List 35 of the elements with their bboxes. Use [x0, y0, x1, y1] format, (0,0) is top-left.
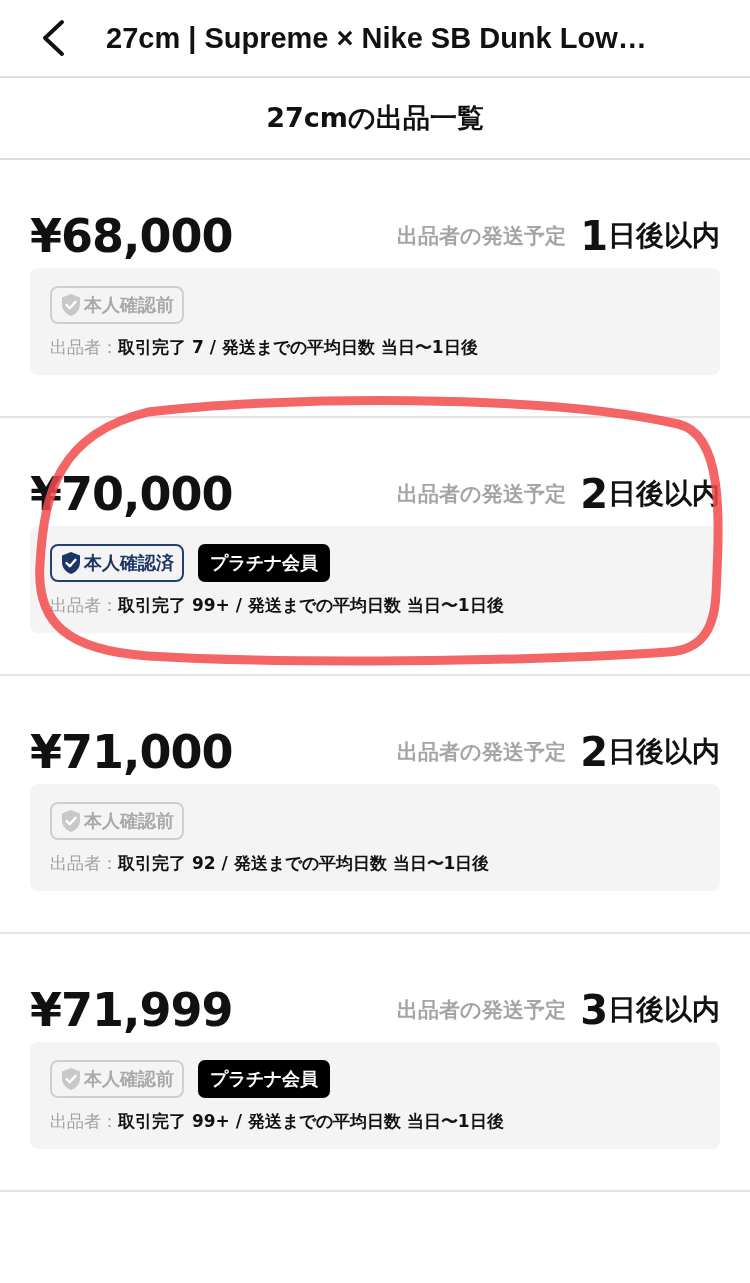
- shipping-days: 1: [580, 213, 608, 259]
- shield-check-icon: [60, 551, 82, 575]
- shipping-label: 出品者の発送予定: [397, 223, 567, 250]
- shipping-unit: 日後以内: [608, 734, 720, 770]
- shipping-days: 2: [580, 471, 608, 517]
- seller-label: 出品者：: [50, 1110, 118, 1133]
- verification-badge: 本人確認前: [50, 286, 184, 324]
- seller-stats: 取引完了 92 / 発送までの平均日数 当日〜1日後: [118, 852, 490, 875]
- seller-stats: 取引完了 99+ / 発送までの平均日数 当日〜1日後: [118, 1110, 504, 1133]
- price: ¥71,000: [30, 725, 234, 779]
- shipping-days: 3: [580, 987, 608, 1033]
- page-title: 27cm | Supreme × Nike SB Dunk Low…: [106, 21, 647, 55]
- shipping-days: 2: [580, 729, 608, 775]
- shield-check-icon: [60, 1067, 82, 1091]
- section-title: 27cmの出品一覧: [266, 101, 484, 135]
- member-badge: プラチナ会員: [198, 1060, 330, 1098]
- verification-badge: 本人確認前: [50, 802, 184, 840]
- shipping-unit: 日後以内: [608, 992, 720, 1028]
- shipping-label: 出品者の発送予定: [397, 997, 567, 1024]
- shipping-unit: 日後以内: [608, 218, 720, 254]
- price: ¥68,000: [30, 209, 234, 263]
- price: ¥71,999: [30, 983, 234, 1037]
- shipping-label: 出品者の発送予定: [397, 739, 567, 766]
- seller-stats: 取引完了 99+ / 発送までの平均日数 当日〜1日後: [118, 594, 504, 617]
- seller-label: 出品者：: [50, 336, 118, 359]
- shield-check-icon: [60, 293, 82, 317]
- member-badge: プラチナ会員: [198, 544, 330, 582]
- shield-check-icon: [60, 809, 82, 833]
- verification-badge: 本人確認済: [50, 544, 184, 582]
- shipping-label: 出品者の発送予定: [397, 481, 567, 508]
- seller-label: 出品者：: [50, 852, 118, 875]
- seller-stats: 取引完了 7 / 発送までの平均日数 当日〜1日後: [118, 336, 478, 359]
- verification-badge: 本人確認前: [50, 1060, 184, 1098]
- back-icon[interactable]: [40, 19, 66, 57]
- seller-label: 出品者：: [50, 594, 118, 617]
